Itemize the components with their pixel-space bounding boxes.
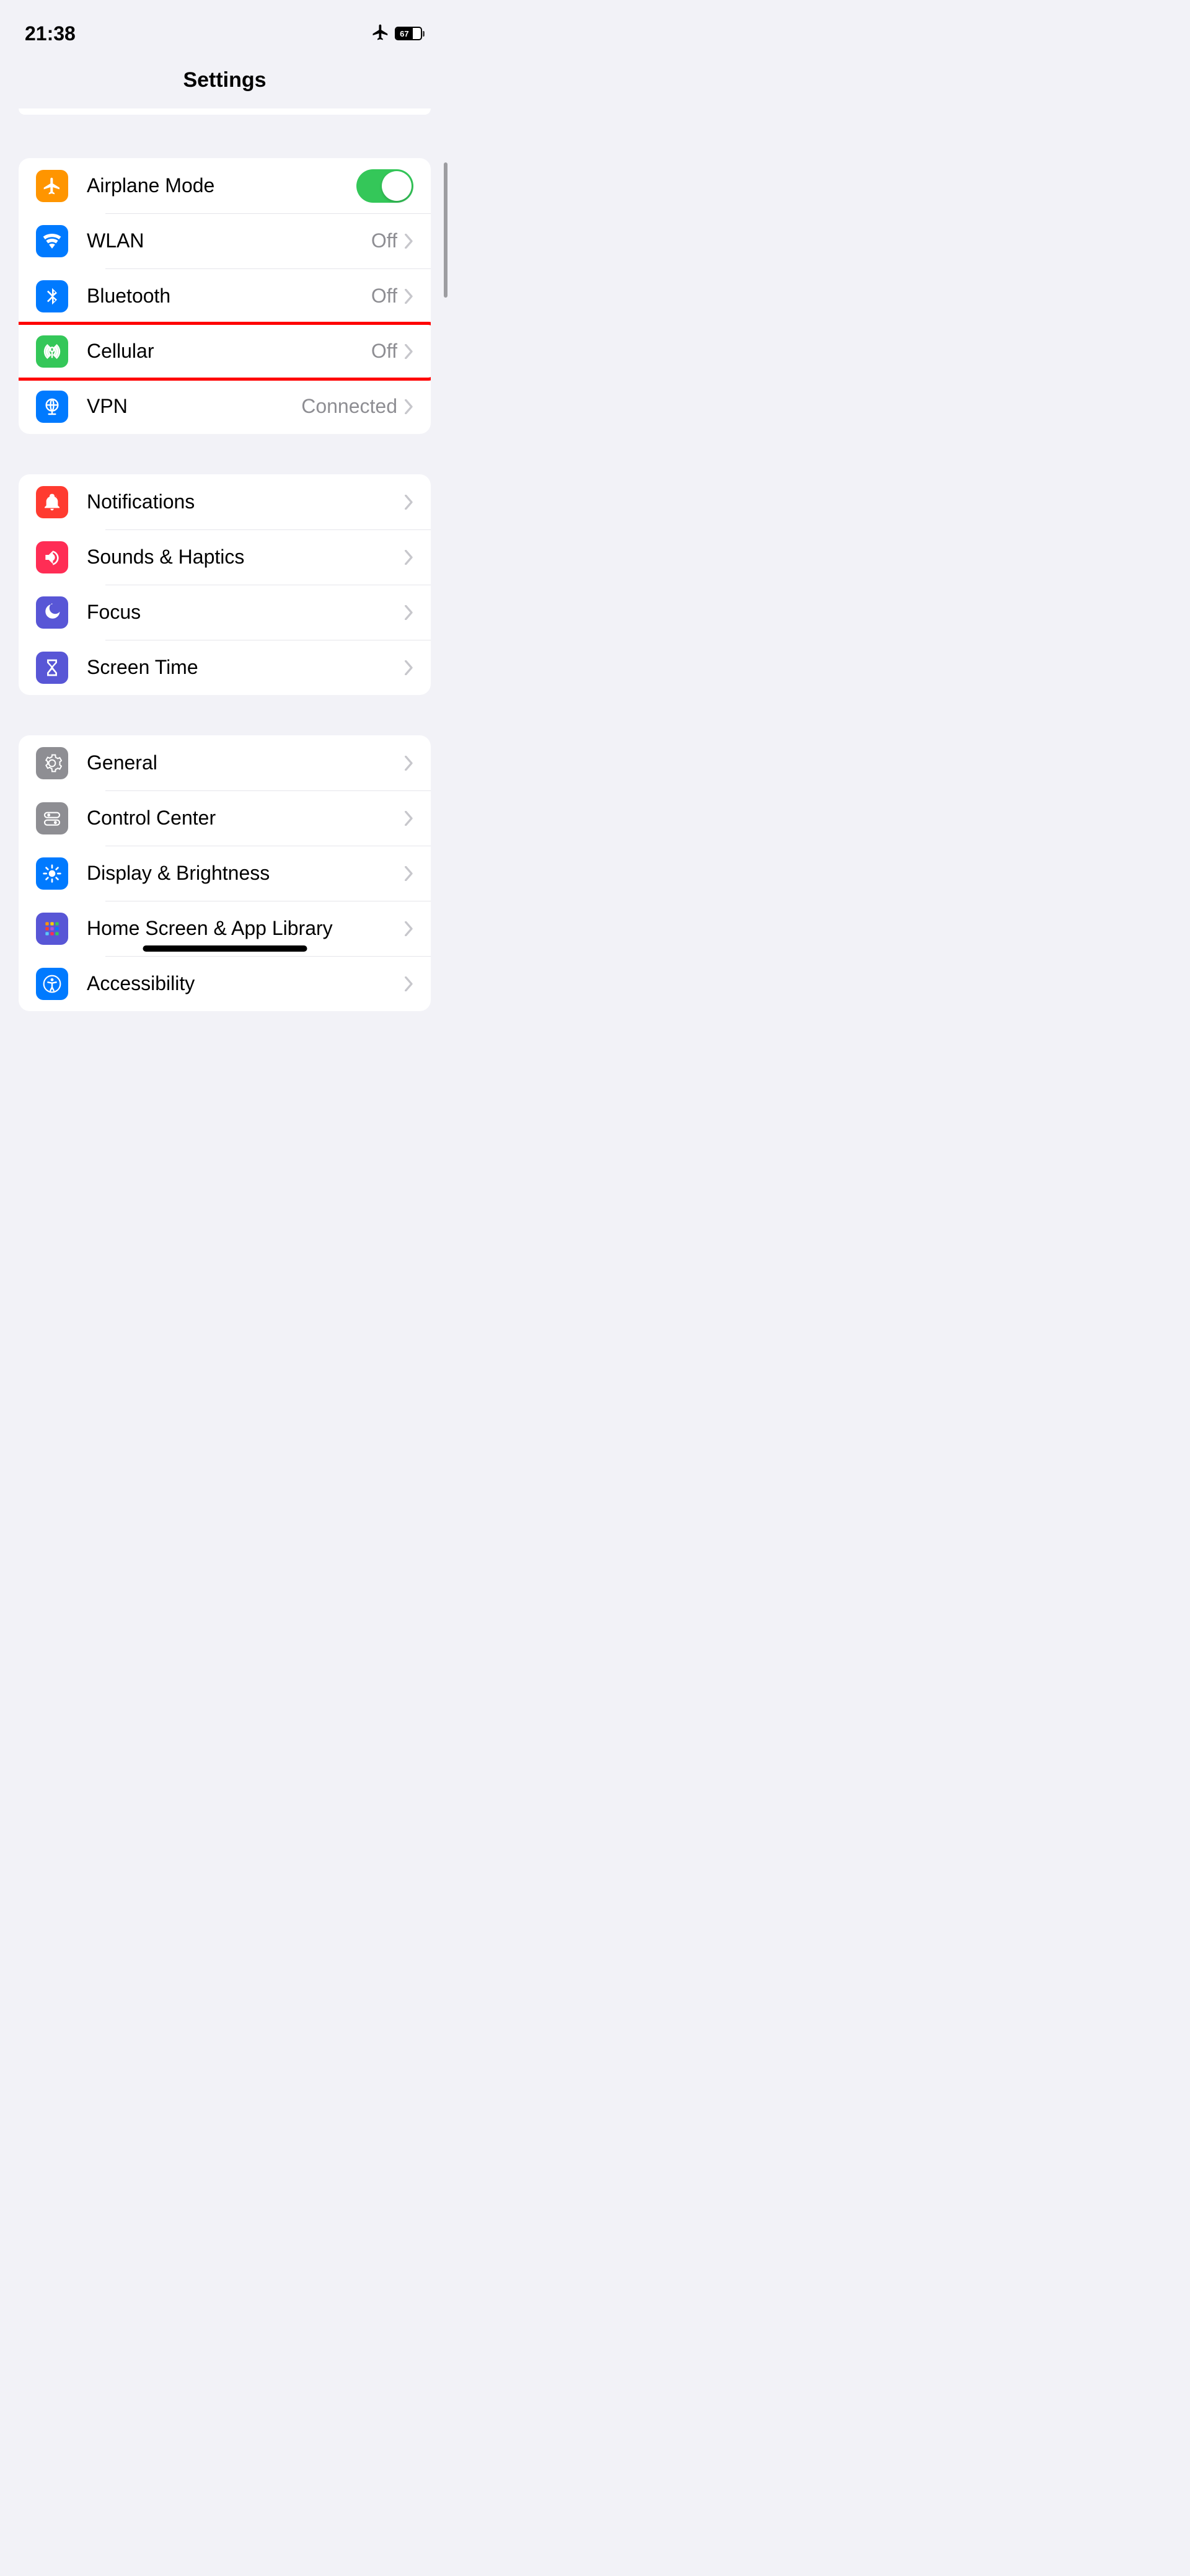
chevron-right-icon bbox=[405, 605, 413, 620]
chevron-right-icon bbox=[405, 660, 413, 675]
chevron-right-icon bbox=[405, 399, 413, 414]
battery-indicator: 67 bbox=[395, 27, 425, 40]
settings-row-cellular[interactable]: CellularOff bbox=[19, 324, 431, 379]
cellular-icon bbox=[36, 335, 68, 368]
chevron-right-icon bbox=[405, 550, 413, 565]
grid-icon bbox=[36, 913, 68, 945]
gear-icon bbox=[36, 747, 68, 779]
settings-row-notifications[interactable]: Notifications bbox=[19, 474, 431, 529]
row-label: Screen Time bbox=[87, 656, 405, 679]
speaker-icon bbox=[36, 541, 68, 573]
row-label: VPN bbox=[87, 395, 301, 418]
row-label: Notifications bbox=[87, 490, 405, 513]
row-label: Sounds & Haptics bbox=[87, 546, 405, 569]
settings-group-general-group: General Control Center Display & Brightnes… bbox=[19, 735, 431, 1011]
partial-group-above bbox=[19, 108, 431, 115]
chevron-right-icon bbox=[405, 495, 413, 510]
row-value: Off bbox=[371, 340, 397, 363]
chevron-right-icon bbox=[405, 289, 413, 304]
row-label: Display & Brightness bbox=[87, 862, 405, 885]
row-value: Off bbox=[371, 285, 397, 308]
moon-icon bbox=[36, 596, 68, 629]
status-time: 21:38 bbox=[25, 22, 76, 45]
row-label: WLAN bbox=[87, 229, 371, 252]
row-label: Accessibility bbox=[87, 972, 405, 995]
page-header: Settings bbox=[0, 50, 449, 108]
settings-row-accessibility[interactable]: Accessibility bbox=[19, 956, 431, 1011]
row-label: Focus bbox=[87, 601, 405, 624]
settings-row-bluetooth[interactable]: BluetoothOff bbox=[19, 268, 431, 324]
bell-icon bbox=[36, 486, 68, 518]
chevron-right-icon bbox=[405, 756, 413, 771]
airplane-icon bbox=[36, 170, 68, 202]
status-bar: 21:38 67 bbox=[0, 0, 449, 50]
settings-row-wlan[interactable]: WLANOff bbox=[19, 213, 431, 268]
settings-row-focus[interactable]: Focus bbox=[19, 585, 431, 640]
sun-icon bbox=[36, 857, 68, 890]
row-label: Bluetooth bbox=[87, 285, 371, 308]
chevron-right-icon bbox=[405, 866, 413, 881]
bluetooth-icon bbox=[36, 280, 68, 312]
settings-group-connectivity: Airplane ModeWLANOffBluetoothOffCellular… bbox=[19, 158, 431, 434]
chevron-right-icon bbox=[405, 234, 413, 249]
status-icons: 67 bbox=[371, 23, 425, 45]
chevron-right-icon bbox=[405, 976, 413, 991]
chevron-right-icon bbox=[405, 344, 413, 359]
settings-row-screen-time[interactable]: Screen Time bbox=[19, 640, 431, 695]
settings-content: Airplane ModeWLANOffBluetoothOffCellular… bbox=[0, 108, 449, 1011]
switches-icon bbox=[36, 802, 68, 834]
settings-row-display-brightness[interactable]: Display & Brightness bbox=[19, 846, 431, 901]
wifi-icon bbox=[36, 225, 68, 257]
settings-row-control-center[interactable]: Control Center bbox=[19, 790, 431, 846]
row-label: General bbox=[87, 751, 405, 774]
row-label: Cellular bbox=[87, 340, 371, 363]
settings-row-sounds-haptics[interactable]: Sounds & Haptics bbox=[19, 529, 431, 585]
accessibility-icon bbox=[36, 968, 68, 1000]
row-value: Off bbox=[371, 229, 397, 252]
vpn-icon bbox=[36, 391, 68, 423]
settings-row-general[interactable]: General bbox=[19, 735, 431, 790]
row-label: Home Screen & App Library bbox=[87, 917, 405, 940]
settings-row-airplane-mode[interactable]: Airplane Mode bbox=[19, 158, 431, 213]
page-title: Settings bbox=[0, 68, 449, 92]
settings-group-notifications-group: Notifications Sounds & Haptics Focus Screen… bbox=[19, 474, 431, 695]
hourglass-icon bbox=[36, 652, 68, 684]
row-value: Connected bbox=[301, 395, 397, 418]
home-indicator[interactable] bbox=[143, 945, 307, 952]
chevron-right-icon bbox=[405, 811, 413, 826]
battery-percent: 67 bbox=[396, 28, 413, 39]
chevron-right-icon bbox=[405, 921, 413, 936]
scrollbar[interactable] bbox=[444, 162, 447, 298]
toggle-switch[interactable] bbox=[356, 169, 413, 203]
settings-row-vpn[interactable]: VPNConnected bbox=[19, 379, 431, 434]
airplane-mode-status-icon bbox=[371, 23, 390, 45]
row-label: Control Center bbox=[87, 807, 405, 830]
row-label: Airplane Mode bbox=[87, 174, 356, 197]
